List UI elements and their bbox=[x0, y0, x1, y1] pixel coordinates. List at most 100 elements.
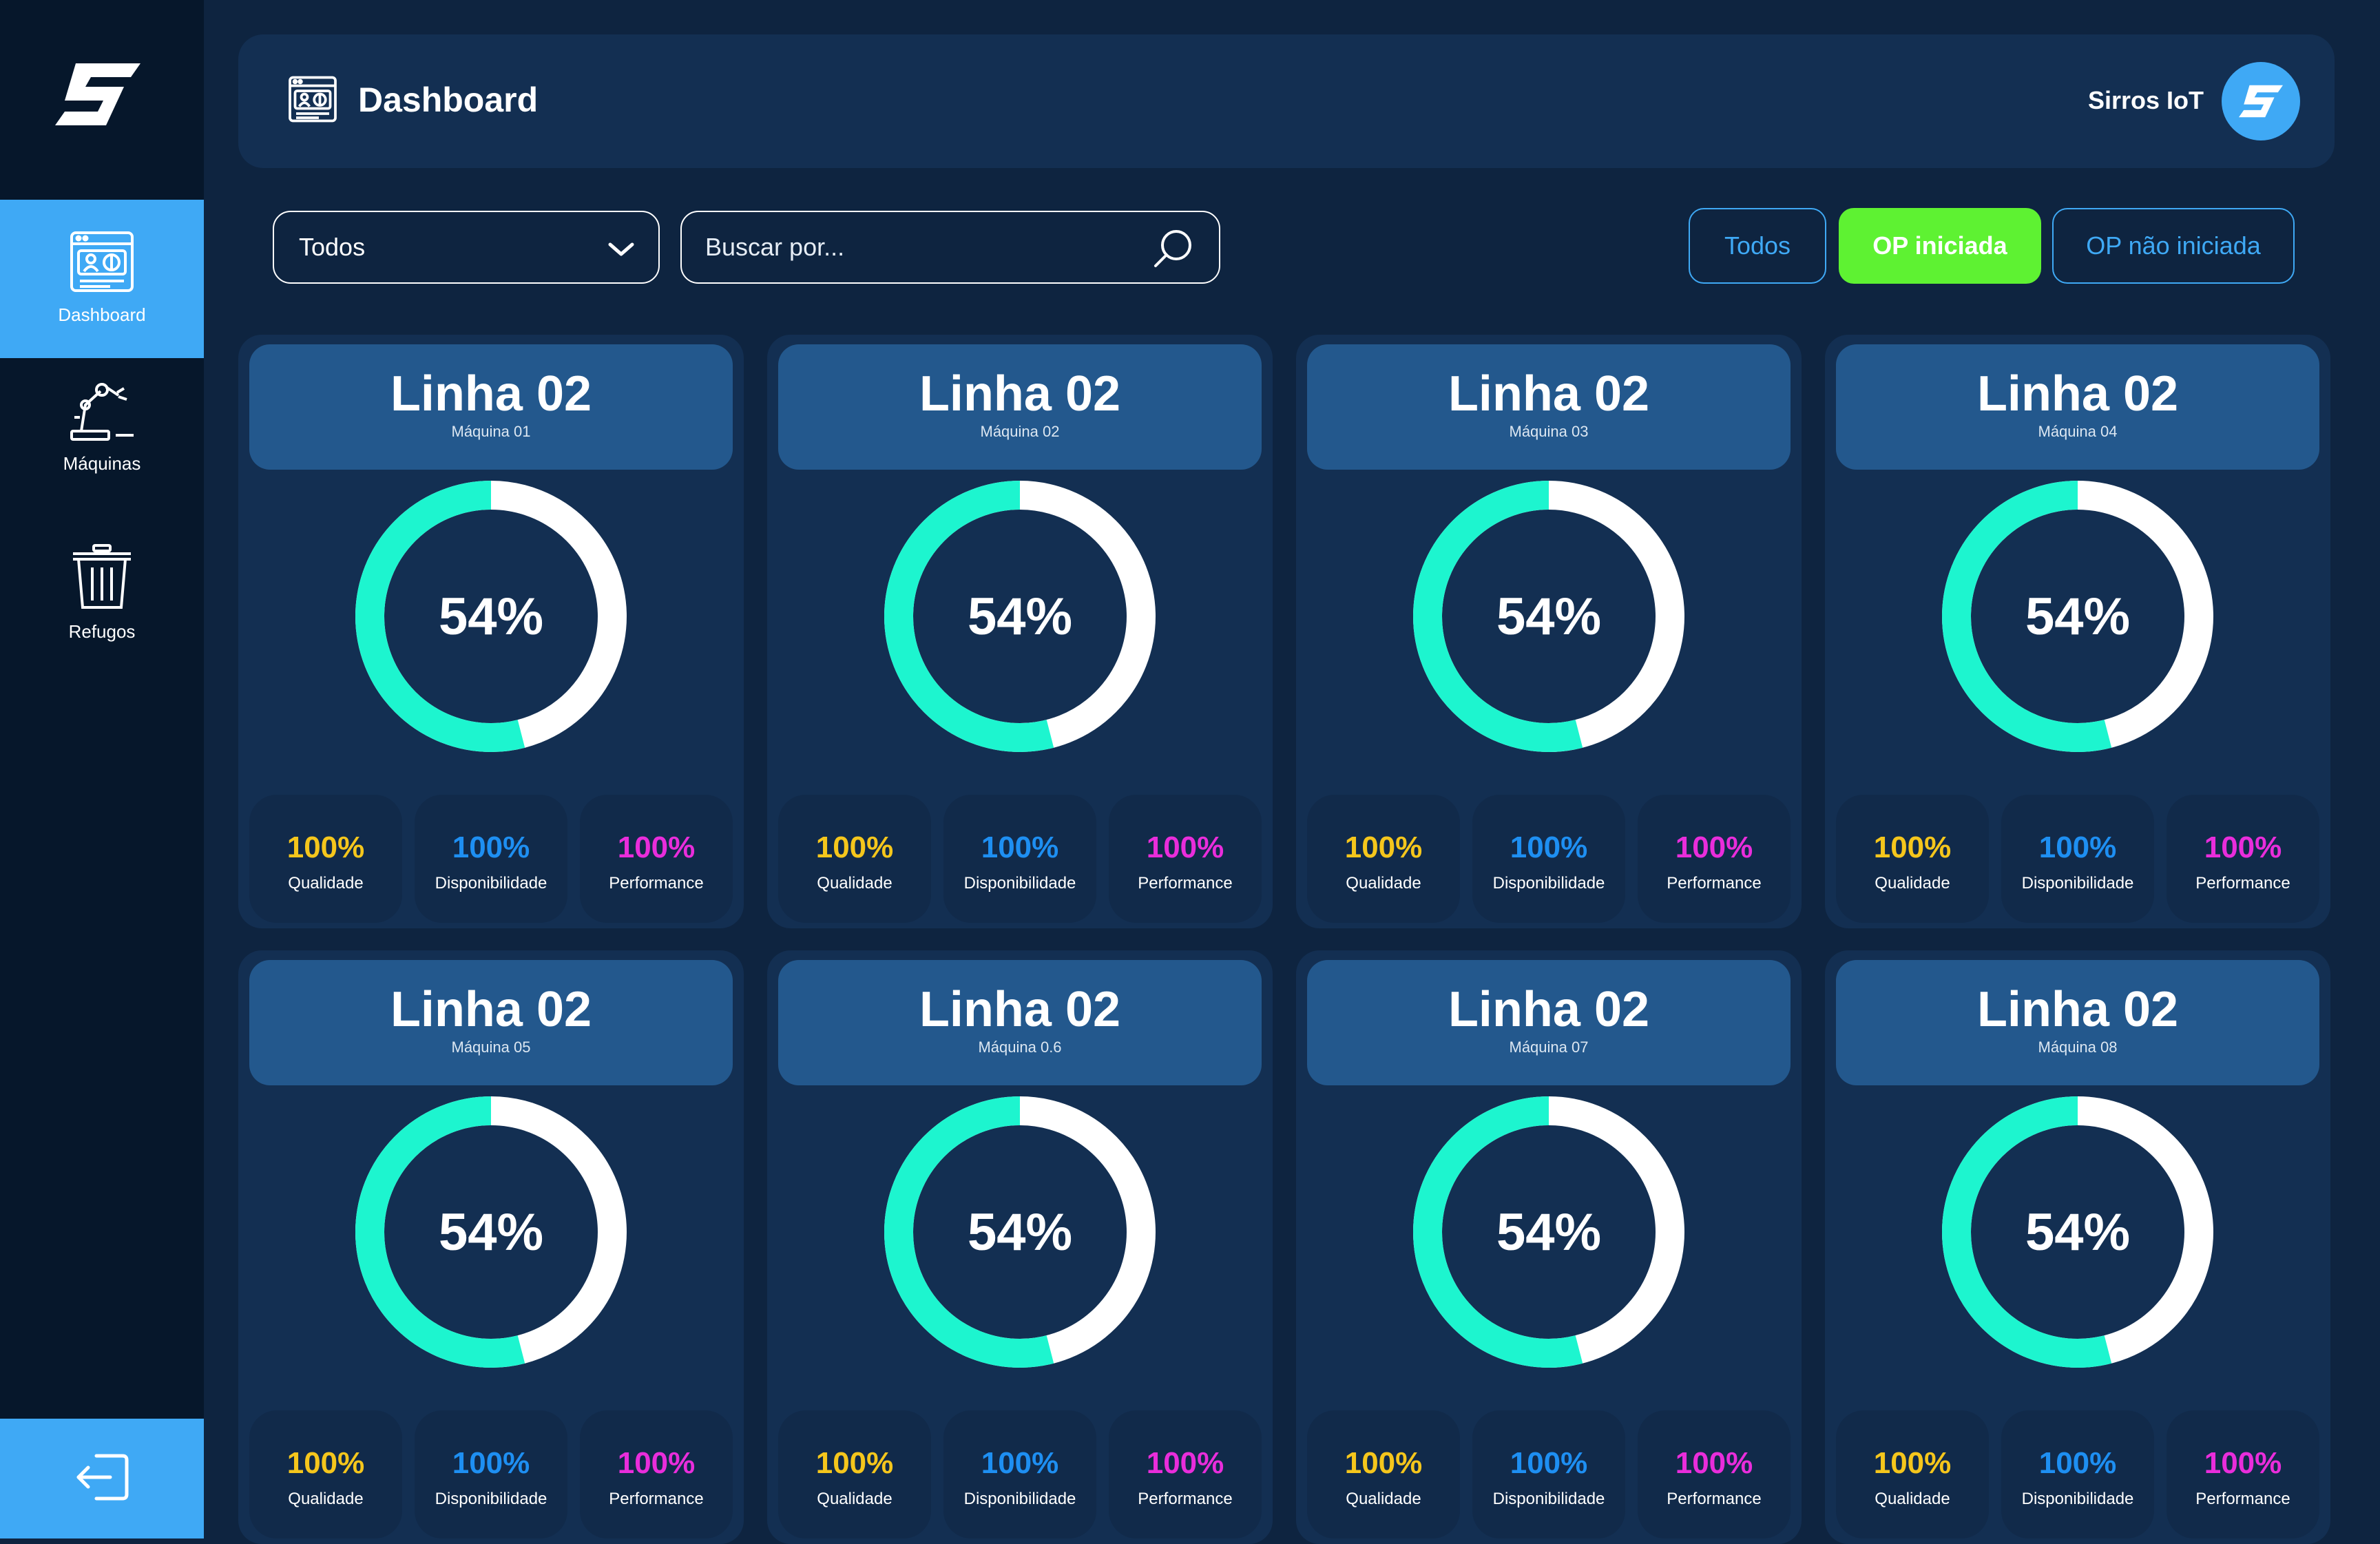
card-machine-name: Máquina 02 bbox=[980, 423, 1060, 440]
metric-disponibilidade: 100% Disponibilidade bbox=[2001, 1410, 2154, 1538]
metric-qualidade: 100% Qualidade bbox=[1836, 795, 1989, 923]
metric-performance: 100% Performance bbox=[1109, 795, 1262, 923]
metric-label: Performance bbox=[2195, 1490, 2290, 1508]
machine-card[interactable]: Linha 02 Máquina 05 54% 100% Qualidade 100% Di… bbox=[238, 950, 744, 1544]
card-metrics: 100% Qualidade 100% Disponibilidade 100% Perf… bbox=[1836, 1410, 2319, 1538]
brand-logo-icon bbox=[55, 63, 140, 125]
search-icon[interactable] bbox=[1151, 227, 1194, 273]
metric-performance: 100% Performance bbox=[1638, 1410, 1791, 1538]
metric-value: 100% bbox=[2038, 1446, 2117, 1480]
search-input[interactable] bbox=[705, 233, 1146, 262]
machine-card[interactable]: Linha 02 Máquina 0.6 54% 100% Qualidade 100% D… bbox=[767, 950, 1273, 1544]
metric-value: 100% bbox=[2204, 831, 2282, 864]
logout-icon bbox=[74, 1452, 129, 1506]
metric-value: 100% bbox=[1510, 1446, 1588, 1480]
machine-card[interactable]: Linha 02 Máquina 07 54% 100% Qualidade 100% Di… bbox=[1296, 950, 1802, 1544]
machine-card[interactable]: Linha 02 Máquina 04 54% 100% Qualidade 100% Di… bbox=[1825, 335, 2330, 928]
sidebar-item-dashboard[interactable]: Dashboard bbox=[0, 200, 204, 358]
top-header: Dashboard Sirros IoT bbox=[238, 34, 2335, 168]
metric-value: 100% bbox=[1510, 831, 1588, 864]
machine-card[interactable]: Linha 02 Máquina 01 54% 100% Qualidade 100% Di… bbox=[238, 335, 744, 928]
metric-performance: 100% Performance bbox=[2167, 1410, 2319, 1538]
metric-performance: 100% Performance bbox=[1638, 795, 1791, 923]
metric-label: Qualidade bbox=[817, 1490, 892, 1508]
card-machine-name: Máquina 01 bbox=[451, 423, 531, 440]
metric-label: Disponibilidade bbox=[963, 874, 1076, 893]
card-metrics: 100% Qualidade 100% Disponibilidade 100% Perf… bbox=[249, 795, 733, 923]
card-title: Linha 02 bbox=[390, 366, 592, 421]
card-header: Linha 02 Máquina 03 bbox=[1307, 344, 1791, 470]
gauge-value-label: 54% bbox=[1496, 1203, 1601, 1262]
status-filter-op-iniciada[interactable]: OP iniciada bbox=[1839, 208, 2041, 284]
card-machine-name: Máquina 03 bbox=[1509, 423, 1589, 440]
metric-label: Disponibilidade bbox=[963, 1490, 1076, 1508]
metric-value: 100% bbox=[452, 831, 530, 864]
metric-label: Performance bbox=[1138, 874, 1233, 893]
card-title: Linha 02 bbox=[1976, 982, 2179, 1037]
logout-button[interactable] bbox=[0, 1419, 204, 1538]
brand-logo-icon bbox=[2239, 85, 2283, 118]
metric-performance: 100% Performance bbox=[580, 1410, 733, 1538]
metric-value: 100% bbox=[1675, 831, 1753, 864]
metric-performance: 100% Performance bbox=[2167, 795, 2319, 923]
gauge-value-label: 54% bbox=[968, 1203, 1072, 1262]
oee-gauge: 54% bbox=[1413, 1096, 1684, 1368]
metric-disponibilidade: 100% Disponibilidade bbox=[415, 1410, 567, 1538]
sidebar-item-refugos[interactable]: Refugos bbox=[0, 543, 204, 660]
metric-qualidade: 100% Qualidade bbox=[249, 1410, 402, 1538]
metric-qualidade: 100% Qualidade bbox=[778, 1410, 931, 1538]
metric-qualidade: 100% Qualidade bbox=[778, 795, 931, 923]
gauge-value-label: 54% bbox=[2025, 587, 2130, 646]
filter-select[interactable]: Todos bbox=[273, 211, 660, 284]
metric-qualidade: 100% Qualidade bbox=[249, 795, 402, 923]
card-title: Linha 02 bbox=[390, 982, 592, 1037]
card-machine-name: Máquina 07 bbox=[1509, 1039, 1589, 1056]
metric-label: Performance bbox=[609, 1490, 704, 1508]
user-avatar[interactable] bbox=[2222, 62, 2300, 140]
metric-value: 100% bbox=[617, 831, 696, 864]
metric-label: Qualidade bbox=[1346, 874, 1421, 893]
sidebar-item-maquinas[interactable]: Máquinas bbox=[0, 377, 204, 494]
metric-label: Qualidade bbox=[1875, 1490, 1950, 1508]
machine-card[interactable]: Linha 02 Máquina 08 54% 100% Qualidade 100% Di… bbox=[1825, 950, 2330, 1544]
card-metrics: 100% Qualidade 100% Disponibilidade 100% Perf… bbox=[778, 795, 1262, 923]
card-machine-name: Máquina 05 bbox=[451, 1039, 531, 1056]
metric-value: 100% bbox=[452, 1446, 530, 1480]
metric-label: Performance bbox=[1667, 874, 1762, 893]
metric-value: 100% bbox=[1344, 1446, 1423, 1480]
sidebar-item-label: Refugos bbox=[68, 621, 136, 642]
sidebar: Dashboard Máquinas Refugos bbox=[0, 0, 204, 1538]
card-header: Linha 02 Máquina 0.6 bbox=[778, 960, 1262, 1085]
card-header: Linha 02 Máquina 01 bbox=[249, 344, 733, 470]
metric-qualidade: 100% Qualidade bbox=[1307, 795, 1460, 923]
card-machine-name: Máquina 04 bbox=[2038, 423, 2118, 440]
status-filter-todos[interactable]: Todos bbox=[1689, 208, 1826, 284]
metric-value: 100% bbox=[981, 831, 1059, 864]
card-metrics: 100% Qualidade 100% Disponibilidade 100% Perf… bbox=[249, 1410, 733, 1538]
metric-value: 100% bbox=[617, 1446, 696, 1480]
metric-label: Qualidade bbox=[817, 874, 892, 893]
metric-value: 100% bbox=[1675, 1446, 1753, 1480]
metric-label: Performance bbox=[1667, 1490, 1762, 1508]
card-metrics: 100% Qualidade 100% Disponibilidade 100% Perf… bbox=[778, 1410, 1262, 1538]
metric-value: 100% bbox=[815, 831, 894, 864]
gauge-value-label: 54% bbox=[1496, 587, 1601, 646]
card-metrics: 100% Qualidade 100% Disponibilidade 100% Perf… bbox=[1307, 795, 1791, 923]
machine-card[interactable]: Linha 02 Máquina 03 54% 100% Qualidade 100% Di… bbox=[1296, 335, 1802, 928]
metric-label: Disponibilidade bbox=[1492, 1490, 1605, 1508]
metric-label: Performance bbox=[609, 874, 704, 893]
card-header: Linha 02 Máquina 02 bbox=[778, 344, 1262, 470]
card-title: Linha 02 bbox=[1448, 982, 1650, 1037]
status-filter-op-nao-iniciada[interactable]: OP não iniciada bbox=[2052, 208, 2295, 284]
gauge-value-label: 54% bbox=[439, 1203, 543, 1262]
metric-disponibilidade: 100% Disponibilidade bbox=[415, 795, 567, 923]
sidebar-item-label: Dashboard bbox=[58, 304, 146, 325]
search-box bbox=[680, 211, 1220, 284]
card-title: Linha 02 bbox=[1448, 366, 1650, 421]
metric-performance: 100% Performance bbox=[580, 795, 733, 923]
metric-performance: 100% Performance bbox=[1109, 1410, 1262, 1538]
oee-gauge: 54% bbox=[1413, 481, 1684, 752]
machine-card[interactable]: Linha 02 Máquina 02 54% 100% Qualidade 100% Di… bbox=[767, 335, 1273, 928]
card-header: Linha 02 Máquina 08 bbox=[1836, 960, 2319, 1085]
card-machine-name: Máquina 08 bbox=[2038, 1039, 2118, 1056]
